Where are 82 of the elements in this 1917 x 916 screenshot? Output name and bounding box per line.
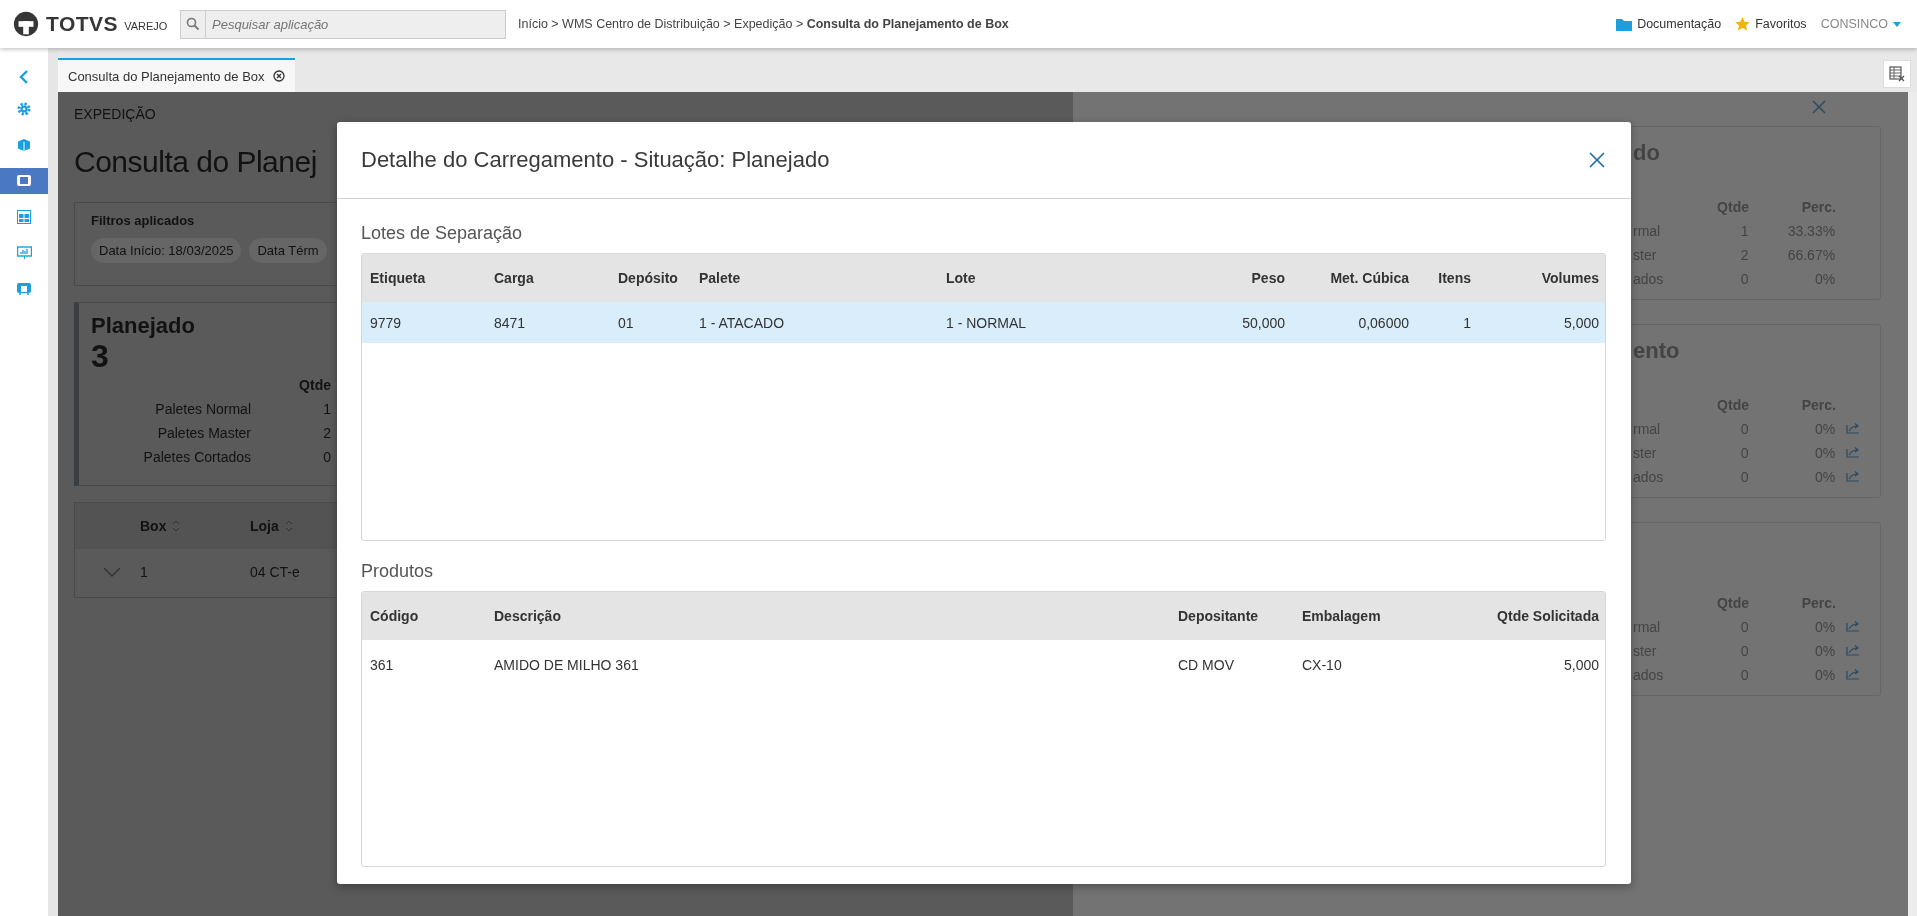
column-header: Depósito bbox=[617, 270, 679, 286]
row-label: Paletes Cortados bbox=[142, 449, 251, 465]
table-cell-text: 04 CT-e bbox=[250, 564, 301, 580]
sort-icon bbox=[284, 520, 293, 532]
column-header: Volumes bbox=[1540, 270, 1600, 286]
sheet-button[interactable] bbox=[1883, 60, 1911, 88]
table-cell-text: 5,000 bbox=[1562, 314, 1600, 331]
column-header: Lote bbox=[945, 270, 977, 286]
column-header: Met. Cúbica bbox=[1329, 270, 1410, 286]
summary-count: 3 bbox=[91, 339, 109, 373]
tab[interactable]: Consulta do Planejamento de Box bbox=[58, 58, 295, 92]
table-cell-text: 5,000 bbox=[1562, 657, 1600, 673]
sort-icon bbox=[172, 520, 181, 532]
sheet-icon bbox=[1889, 66, 1905, 82]
screen-icon bbox=[16, 174, 32, 188]
column-header: Embalagem bbox=[1301, 608, 1382, 624]
filters-title: Filtros aplicados bbox=[91, 213, 195, 228]
table-cell-text: 1 - NORMAL bbox=[945, 314, 1028, 331]
table-cell-text: 1 bbox=[1462, 314, 1472, 331]
column-header: Código bbox=[369, 608, 420, 624]
documentation-link[interactable]: Documentação bbox=[1616, 17, 1722, 31]
trend-icon[interactable] bbox=[1845, 644, 1860, 656]
search-field[interactable]: Pesquisar aplicação bbox=[206, 9, 506, 39]
table-row[interactable]: 361 AMIDO DE MILHO 361 CD MOV CX-10 5,000 bbox=[362, 640, 1605, 690]
chevron-down-icon[interactable] bbox=[103, 567, 121, 577]
table-cell-text: CD MOV bbox=[1177, 657, 1235, 673]
column-header: Peso bbox=[1250, 270, 1286, 286]
folder-icon bbox=[1616, 17, 1633, 31]
gear-icon bbox=[17, 102, 31, 116]
column-header: Itens bbox=[1437, 270, 1472, 286]
table-cell-text: 8471 bbox=[493, 314, 527, 331]
sidebar-item[interactable] bbox=[0, 168, 48, 194]
trend-icon[interactable] bbox=[1845, 470, 1860, 482]
table-cell-text: 1 - ATACADO bbox=[698, 314, 786, 331]
table-cell-text: 361 bbox=[369, 657, 395, 673]
column-header: Depositante bbox=[1177, 608, 1260, 624]
chevron-left-icon bbox=[18, 70, 30, 84]
logo-text: TOTVS bbox=[46, 12, 119, 36]
row-value: 2 bbox=[322, 425, 331, 441]
row-label: Paletes Normal bbox=[154, 401, 251, 417]
column-header: Palete bbox=[698, 270, 742, 286]
modal-title: Detalhe do Carregamento - Situação: Planejado bbox=[361, 147, 830, 173]
row-label: Paletes Master bbox=[156, 425, 251, 441]
table-cell-text: 9779 bbox=[369, 314, 403, 331]
search-icon bbox=[186, 17, 200, 31]
trend-icon[interactable] bbox=[1845, 422, 1860, 434]
section-title: Produtos bbox=[361, 561, 435, 583]
caret-icon bbox=[1893, 21, 1901, 27]
monitor-chart-icon bbox=[16, 246, 32, 260]
column-header: Descrição bbox=[493, 608, 562, 624]
breadcrumb: Início > WMS Centro de Distribuição > Expedição > Consulta do Planejamento de Box bbox=[518, 17, 1009, 31]
table-cell-text: 01 bbox=[617, 314, 635, 331]
column-header: Qtde Solicitada bbox=[1496, 608, 1600, 624]
user-menu[interactable]: CONSINCO bbox=[1820, 17, 1901, 31]
trend-icon[interactable] bbox=[1845, 668, 1860, 680]
search-button[interactable] bbox=[180, 9, 206, 39]
row-value: 1 bbox=[322, 401, 331, 417]
logo-icon bbox=[12, 10, 40, 38]
page-title: Consulta do Planej bbox=[74, 144, 317, 180]
column-header: Etiqueta bbox=[369, 270, 427, 286]
column-header: Carga bbox=[493, 270, 535, 286]
box-icon bbox=[17, 138, 31, 152]
table-row[interactable]: 9779 8471 01 1 - ATACADO 1 - NORMAL 50,000 0,06000 1 5,000 bbox=[362, 302, 1605, 343]
close-icon bbox=[272, 70, 285, 82]
star-icon bbox=[1735, 17, 1751, 31]
table-cell-text: 50,000 bbox=[1241, 314, 1286, 331]
favorites-link[interactable]: Favoritos bbox=[1735, 17, 1807, 31]
table-cell-text: CX-10 bbox=[1301, 657, 1343, 673]
section-title: Lotes de Separação bbox=[361, 223, 524, 245]
monitor-icon bbox=[16, 282, 32, 296]
grid-icon bbox=[17, 210, 31, 224]
column-header: Qtde bbox=[298, 377, 331, 393]
trend-icon[interactable] bbox=[1845, 446, 1860, 458]
table-cell-text: AMIDO DE MILHO 361 bbox=[493, 657, 640, 673]
logo-subtitle: VAREJO bbox=[124, 19, 168, 32]
table-cell-text: 1 bbox=[140, 564, 149, 580]
table-cell-text: 0,06000 bbox=[1357, 314, 1410, 331]
row-value: 0 bbox=[322, 449, 331, 465]
summary-title: Planejado bbox=[91, 313, 195, 339]
trend-icon[interactable] bbox=[1845, 620, 1860, 632]
section-label: EXPEDIÇÃO bbox=[74, 106, 156, 124]
close-icon[interactable] bbox=[1589, 152, 1605, 168]
